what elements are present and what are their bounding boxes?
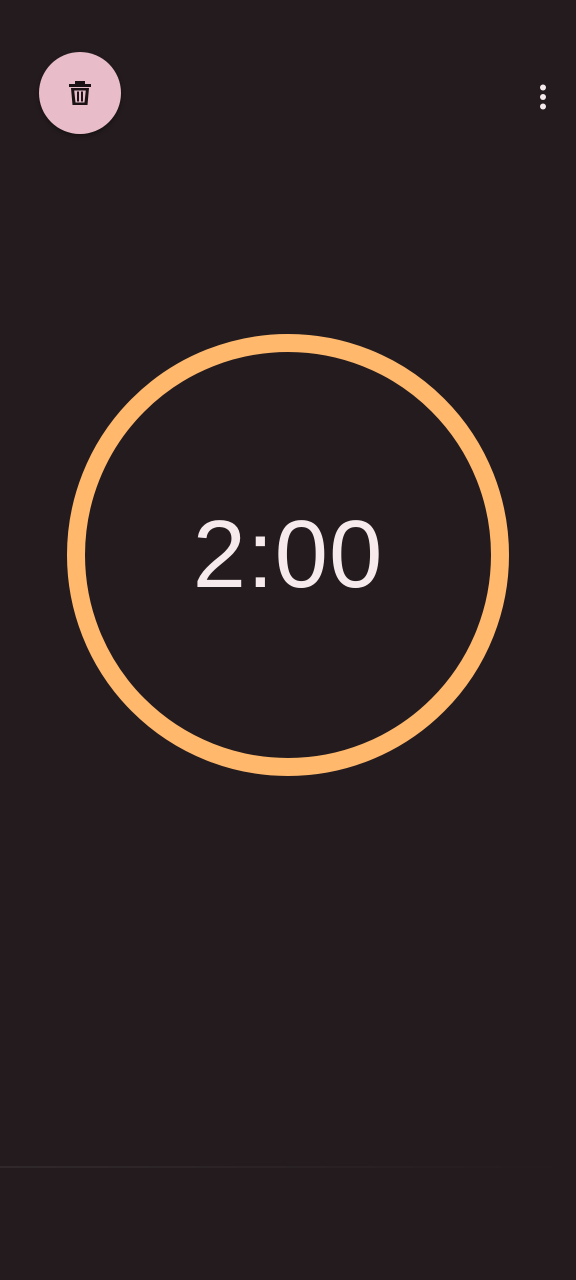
delete-timer-button[interactable] bbox=[39, 52, 121, 134]
more-options-button[interactable] bbox=[522, 78, 564, 120]
trash-icon bbox=[67, 79, 93, 107]
more-vert-icon bbox=[539, 84, 547, 115]
timer-screen: 2:00 bbox=[0, 0, 576, 1280]
timer-display[interactable]: 2:00 bbox=[66, 333, 510, 777]
gesture-divider bbox=[0, 1166, 576, 1168]
